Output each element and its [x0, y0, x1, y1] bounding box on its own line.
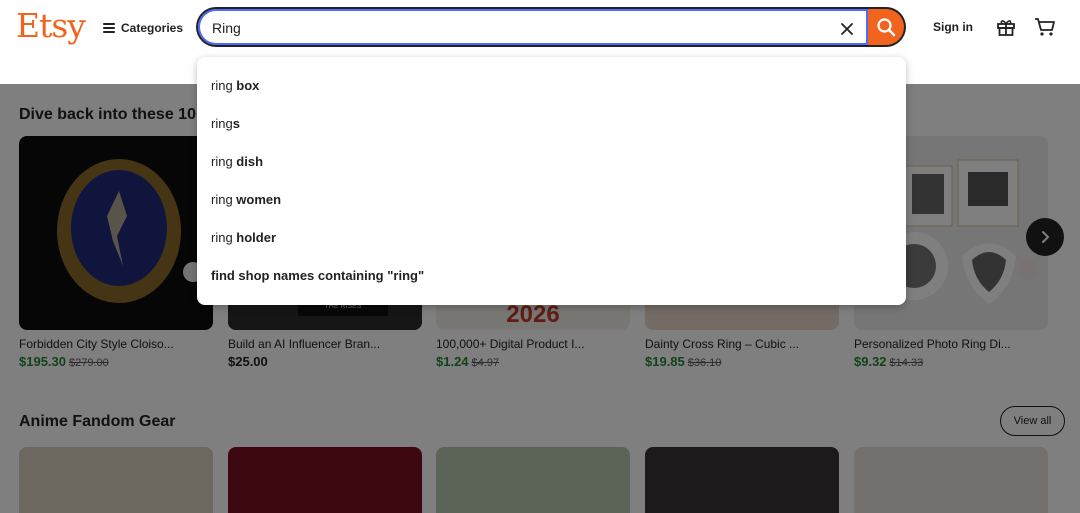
- search-input[interactable]: [212, 18, 812, 38]
- suggestion-completion: box: [236, 78, 260, 93]
- suggestion-item[interactable]: rings: [211, 116, 240, 131]
- menu-icon: [103, 23, 115, 33]
- clear-search-button[interactable]: [838, 20, 856, 38]
- search-button[interactable]: [868, 7, 906, 47]
- suggestion-completion: s: [232, 116, 240, 131]
- suggestion-completion: women: [236, 192, 282, 207]
- suggestion-prefix: ring: [211, 116, 233, 131]
- gift-icon[interactable]: [996, 17, 1016, 37]
- cart-icon[interactable]: [1034, 17, 1056, 37]
- suggestion-completion: find shop names containing "ring": [211, 268, 425, 283]
- suggestion-prefix: ring: [211, 78, 237, 93]
- search-field-container: [196, 7, 868, 47]
- etsy-logo[interactable]: Etsy: [16, 6, 86, 45]
- categories-button[interactable]: Categories: [103, 18, 183, 38]
- suggestion-item[interactable]: ring holder: [211, 230, 276, 245]
- suggestion-completion: dish: [236, 154, 264, 169]
- categories-label: Categories: [121, 21, 184, 35]
- clear-icon: [841, 23, 853, 35]
- suggestion-item[interactable]: ring box: [211, 78, 259, 93]
- search-icon: [877, 18, 896, 37]
- search-bar: [196, 7, 906, 47]
- suggestion-item[interactable]: ring dish: [211, 154, 263, 169]
- suggestion-prefix: ring: [211, 230, 237, 245]
- shop-name-search-item[interactable]: find shop names containing "ring": [211, 268, 424, 283]
- suggestion-completion: holder: [236, 230, 277, 245]
- suggestion-prefix: ring: [211, 192, 237, 207]
- etsy-page: Dive back into these 10 Forbidden City S…: [0, 0, 1080, 513]
- sign-in-link[interactable]: Sign in: [933, 20, 973, 34]
- suggestion-prefix: ring: [211, 154, 237, 169]
- suggestion-item[interactable]: ring women: [211, 192, 281, 207]
- search-suggestions: ring box rings ring dish ring women ring…: [197, 57, 906, 305]
